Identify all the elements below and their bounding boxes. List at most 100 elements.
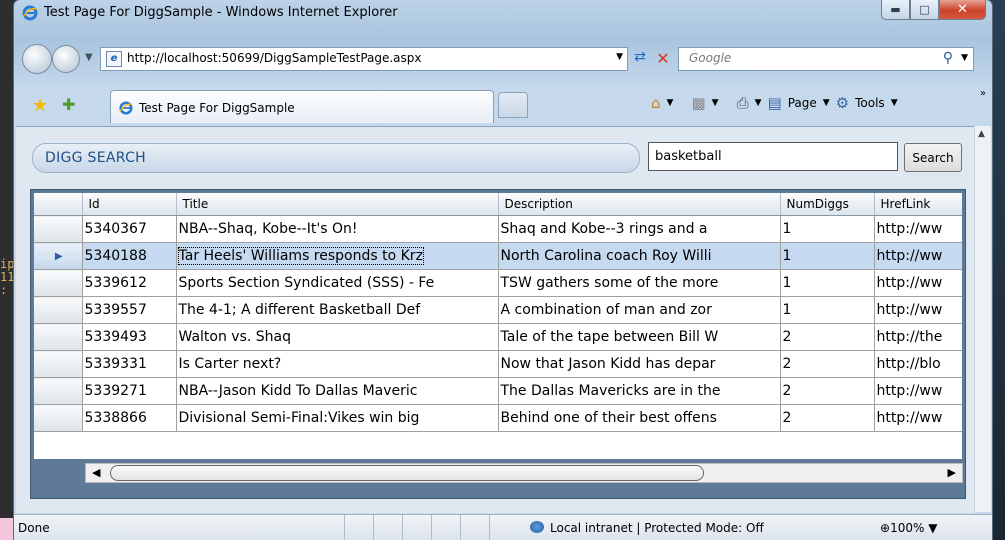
add-favorites-icon[interactable]: ✚: [62, 95, 75, 114]
cell-numdiggs[interactable]: 2: [780, 350, 875, 378]
cell-hreflink[interactable]: http://blo: [874, 350, 962, 378]
cell-description[interactable]: Now that Jason Kidd has depar: [498, 350, 781, 378]
row-header[interactable]: [34, 350, 83, 378]
cell-description[interactable]: TSW gathers some of the more: [498, 269, 781, 297]
home-icon[interactable]: ⌂: [651, 94, 661, 112]
browser-tab[interactable]: Test Page For DiggSample: [110, 90, 494, 123]
row-header[interactable]: [34, 296, 83, 324]
forward-icon[interactable]: [52, 45, 80, 73]
cell-description[interactable]: Tale of the tape between Bill W: [498, 323, 781, 351]
cell-numdiggs[interactable]: 2: [780, 377, 875, 405]
tools-dropdown-icon[interactable]: ▼: [891, 98, 898, 108]
search-button[interactable]: Search: [904, 143, 962, 172]
cell-hreflink[interactable]: http://ww: [874, 377, 962, 405]
search-options-icon[interactable]: ▼: [961, 53, 968, 63]
table-row[interactable]: 5339557 The 4-1; A different Basketball D…: [34, 296, 962, 324]
address-bar[interactable]: e http://localhost:50699/DiggSampleTestP…: [100, 47, 628, 71]
new-tab-button[interactable]: [498, 92, 528, 118]
table-row[interactable]: 5339271 NBA--Jason Kidd To Dallas Maveric…: [34, 377, 962, 405]
column-header-description[interactable]: Description: [498, 193, 781, 216]
cell-title[interactable]: Tar Heels' Williams responds to Krz: [176, 242, 499, 270]
search-input[interactable]: [648, 142, 898, 171]
page-dropdown-icon[interactable]: ▼: [823, 98, 830, 108]
cell-id[interactable]: 5339612: [82, 269, 177, 297]
table-row[interactable]: 5339331 Is Carter next? Now that Jason Kid…: [34, 350, 962, 378]
row-header[interactable]: [34, 215, 83, 243]
home-dropdown-icon[interactable]: ▼: [667, 98, 674, 108]
table-row[interactable]: 5339612 Sports Section Syndicated (SSS) -…: [34, 269, 962, 297]
scroll-up-icon[interactable]: ▲: [978, 129, 985, 139]
print-icon[interactable]: ⎙: [737, 94, 749, 112]
cell-numdiggs[interactable]: 1: [780, 242, 875, 270]
column-header-title[interactable]: Title: [176, 193, 499, 216]
scroll-left-icon[interactable]: ◀: [92, 466, 100, 479]
scroll-thumb[interactable]: [110, 465, 704, 481]
cell-hreflink[interactable]: http://ww: [874, 296, 962, 324]
security-zone[interactable]: Local intranet | Protected Mode: Off: [530, 521, 764, 535]
cell-title[interactable]: NBA--Shaq, Kobe--It's On!: [176, 215, 499, 243]
cell-hreflink[interactable]: http://the: [874, 323, 962, 351]
cell-hreflink[interactable]: http://ww: [874, 404, 962, 432]
feeds-icon[interactable]: ▩: [691, 94, 705, 112]
row-header[interactable]: ▶: [34, 242, 83, 270]
close-button[interactable]: ✕: [939, 0, 986, 20]
cell-description[interactable]: North Carolina coach Roy Willi: [498, 242, 781, 270]
table-row[interactable]: 5339493 Walton vs. Shaq Tale of the tape b…: [34, 323, 962, 351]
cell-title[interactable]: Divisional Semi-Final:Vikes win big: [176, 404, 499, 432]
cell-id[interactable]: 5340367: [82, 215, 177, 243]
zoom-control[interactable]: ⊕100% ▼: [880, 521, 937, 535]
vertical-scrollbar[interactable]: ▲: [974, 126, 991, 512]
stop-icon[interactable]: ✕: [654, 49, 672, 69]
horizontal-scrollbar[interactable]: ◀ ▶: [85, 463, 963, 483]
table-row[interactable]: ▶ 5340188 Tar Heels' Williams responds to …: [34, 242, 962, 270]
history-dropdown-icon[interactable]: ▼: [85, 52, 93, 63]
cell-description[interactable]: The Dallas Mavericks are in the: [498, 377, 781, 405]
cell-description[interactable]: Shaq and Kobe--3 rings and a: [498, 215, 781, 243]
table-row[interactable]: 5338866 Divisional Semi-Final:Vikes win b…: [34, 404, 962, 432]
row-header[interactable]: [34, 404, 83, 432]
cell-title[interactable]: Is Carter next?: [176, 350, 499, 378]
row-header[interactable]: [34, 269, 83, 297]
refresh-icon[interactable]: ⇄: [630, 49, 650, 69]
cell-numdiggs[interactable]: 1: [780, 296, 875, 324]
address-dropdown-icon[interactable]: ▼: [616, 52, 623, 62]
cell-numdiggs[interactable]: 1: [780, 215, 875, 243]
cell-id[interactable]: 5339557: [82, 296, 177, 324]
search-icon[interactable]: ⚲: [943, 50, 953, 66]
feeds-dropdown-icon[interactable]: ▼: [712, 98, 719, 108]
cell-id[interactable]: 5339493: [82, 323, 177, 351]
cell-id[interactable]: 5339271: [82, 377, 177, 405]
column-header-hreflink[interactable]: HrefLink: [874, 193, 962, 216]
cell-description[interactable]: Behind one of their best offens: [498, 404, 781, 432]
chevron-more-icon[interactable]: »: [980, 88, 986, 99]
address-url[interactable]: http://localhost:50699/DiggSampleTestPag…: [127, 51, 422, 65]
table-row[interactable]: 5340367 NBA--Shaq, Kobe--It's On! Shaq and…: [34, 215, 962, 243]
maximize-button[interactable]: □: [910, 0, 939, 20]
scroll-right-icon[interactable]: ▶: [948, 466, 956, 479]
cell-title[interactable]: Walton vs. Shaq: [176, 323, 499, 351]
favorites-star-icon[interactable]: ★: [32, 95, 48, 116]
cell-id[interactable]: 5338866: [82, 404, 177, 432]
row-header[interactable]: [34, 323, 83, 351]
corner-header[interactable]: [34, 193, 83, 216]
cell-numdiggs[interactable]: 2: [780, 404, 875, 432]
cell-description[interactable]: A combination of man and zor: [498, 296, 781, 324]
cell-numdiggs[interactable]: 2: [780, 323, 875, 351]
cell-title[interactable]: The 4-1; A different Basketball Def: [176, 296, 499, 324]
column-header-id[interactable]: Id: [82, 193, 177, 216]
print-dropdown-icon[interactable]: ▼: [755, 98, 762, 108]
cell-hreflink[interactable]: http://ww: [874, 269, 962, 297]
tools-menu[interactable]: Tools: [855, 96, 885, 110]
cell-title[interactable]: Sports Section Syndicated (SSS) - Fe: [176, 269, 499, 297]
cell-hreflink[interactable]: http://ww: [874, 242, 962, 270]
cell-numdiggs[interactable]: 1: [780, 269, 875, 297]
cell-id[interactable]: 5339331: [82, 350, 177, 378]
page-menu[interactable]: Page: [788, 96, 817, 110]
minimize-button[interactable]: ▬: [881, 0, 910, 20]
web-search-box[interactable]: Google ⚲ ▼: [678, 47, 974, 71]
back-icon[interactable]: [22, 44, 52, 74]
cell-title[interactable]: NBA--Jason Kidd To Dallas Maveric: [176, 377, 499, 405]
cell-id[interactable]: 5340188: [82, 242, 177, 270]
cell-hreflink[interactable]: http://ww: [874, 215, 962, 243]
column-header-numdiggs[interactable]: NumDiggs: [780, 193, 875, 216]
